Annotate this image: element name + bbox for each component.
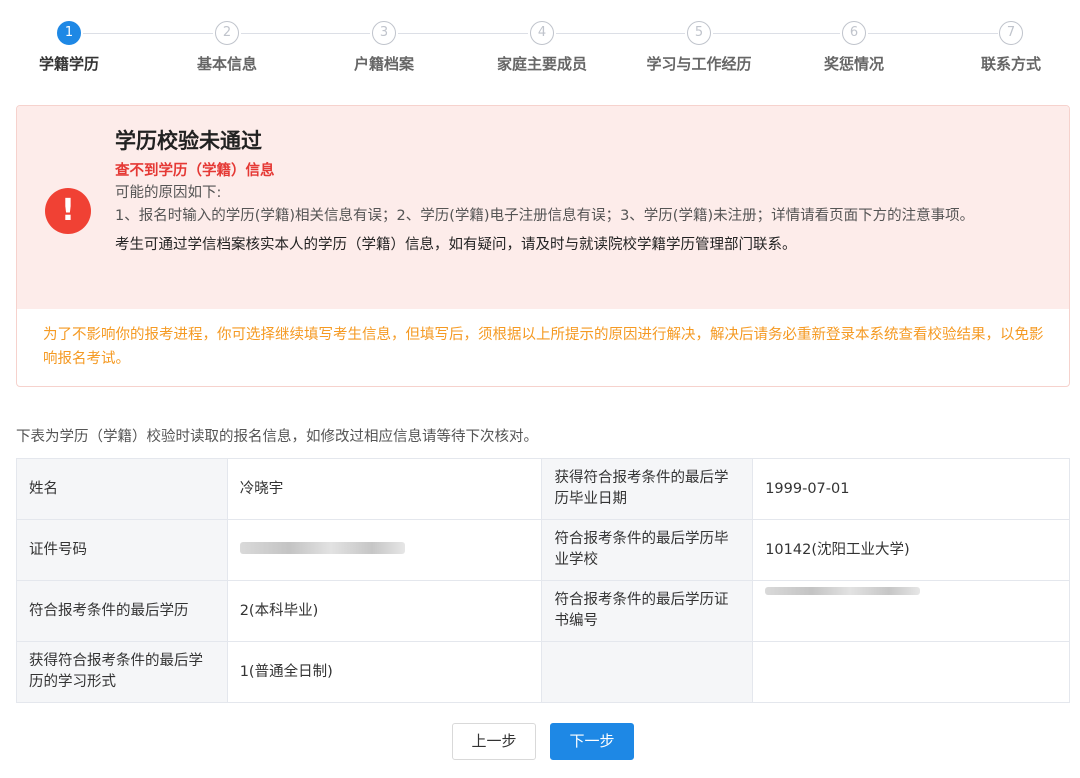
step-huji-dangan[interactable]: 3 户籍档案 (324, 21, 444, 74)
registration-info-table: 姓名 冷晓宇 获得符合报考条件的最后学历毕业日期 1999-07-01 证件号码… (16, 458, 1070, 703)
alert-error-section: ! 学历校验未通过 查不到学历（学籍）信息 可能的原因如下: 1、报名时输入的学… (17, 106, 1069, 309)
step-label: 学习与工作经历 (646, 55, 752, 73)
redacted-id-number (239, 541, 405, 554)
field-label-certificate-no: 符合报考条件的最后学历证书编号 (541, 580, 754, 642)
alert-subtitle: 查不到学历（学籍）信息 (115, 163, 275, 179)
previous-step-button[interactable]: 上一步 (452, 723, 536, 760)
table-row: 证件号码 符合报考条件的最后学历毕业学校 10142(沈阳工业大学) (16, 519, 1070, 581)
field-value-grad-school: 10142(沈阳工业大学) (752, 519, 1070, 581)
step-label: 学籍学历 (38, 55, 99, 73)
field-value-education: 2(本科毕业) (226, 580, 543, 642)
next-step-button[interactable]: 下一步 (550, 723, 634, 760)
field-value-certificate-no (752, 580, 1070, 642)
field-label-grad-date: 获得符合报考条件的最后学历毕业日期 (541, 458, 754, 520)
step-number: 1 (57, 21, 81, 45)
alert-warning-text: 为了不影响你的报考进程，你可选择继续填写考生信息，但填写后，须根据以上所提示的原… (17, 309, 1069, 371)
step-xueji-xueli[interactable]: 1 学籍学历 (9, 21, 129, 74)
step-number: 7 (999, 21, 1023, 45)
field-value-name: 冷晓宇 (226, 458, 543, 520)
step-label: 基本信息 (196, 55, 257, 73)
table-row: 符合报考条件的最后学历 2(本科毕业) 符合报考条件的最后学历证书编号 (16, 580, 1070, 642)
step-number: 4 (530, 21, 554, 45)
field-value-id-number (226, 519, 543, 581)
field-label-name: 姓名 (16, 458, 228, 520)
step-number: 5 (687, 21, 711, 45)
step-jiangcheng-qingkuang[interactable]: 6 奖惩情况 (794, 21, 914, 74)
reasons-intro: 可能的原因如下: (115, 185, 222, 201)
redacted-certificate-no (765, 586, 921, 595)
step-label: 奖惩情况 (823, 55, 884, 73)
field-label-study-form: 获得符合报考条件的最后学历的学习形式 (16, 641, 228, 703)
field-value-grad-date: 1999-07-01 (752, 458, 1070, 520)
field-value-study-form: 1(普通全日制) (226, 641, 543, 703)
alert-title: 学历校验未通过 (115, 129, 262, 153)
alert-note: 考生可通过学信档案核实本人的学历（学籍）信息，如有疑问，请及时与就读院校学籍学历… (115, 237, 797, 253)
field-label-education: 符合报考条件的最后学历 (16, 580, 228, 642)
empty-cell (752, 641, 1070, 703)
step-lianxi-fangshi[interactable]: 7 联系方式 (951, 21, 1071, 74)
step-jiating-chengyuan[interactable]: 4 家庭主要成员 (482, 21, 602, 74)
step-label: 家庭主要成员 (496, 55, 587, 73)
reasons-list: 1、报名时输入的学历(学籍)相关信息有误；2、学历(学籍)电子注册信息有误；3、… (115, 208, 975, 224)
step-number: 3 (372, 21, 396, 45)
step-number: 2 (215, 21, 239, 45)
table-row: 获得符合报考条件的最后学历的学习形式 1(普通全日制) (16, 641, 1070, 703)
step-jiben-xinxi[interactable]: 2 基本信息 (167, 21, 287, 74)
step-number: 6 (842, 21, 866, 45)
alert-content: 学历校验未通过 查不到学历（学籍）信息 可能的原因如下: 1、报名时输入的学历(… (115, 126, 1049, 257)
step-label: 联系方式 (980, 55, 1041, 73)
verification-failed-alert: ! 学历校验未通过 查不到学历（学籍）信息 可能的原因如下: 1、报名时输入的学… (16, 105, 1070, 387)
info-caption: 下表为学历（学籍）校验时读取的报名信息，如修改过相应信息请等待下次核对。 (16, 429, 538, 445)
progress-stepper: 1 学籍学历 2 基本信息 3 户籍档案 4 家庭主要成员 5 学习与工作经历 … (0, 0, 1080, 90)
step-xuexi-gongzuo-jingli[interactable]: 5 学习与工作经历 (639, 21, 759, 74)
field-label-grad-school: 符合报考条件的最后学历毕业学校 (541, 519, 754, 581)
table-row: 姓名 冷晓宇 获得符合报考条件的最后学历毕业日期 1999-07-01 (16, 458, 1070, 520)
exclamation-icon: ! (45, 188, 91, 234)
field-label-id-number: 证件号码 (16, 519, 228, 581)
empty-cell (541, 641, 754, 703)
step-label: 户籍档案 (353, 55, 414, 73)
